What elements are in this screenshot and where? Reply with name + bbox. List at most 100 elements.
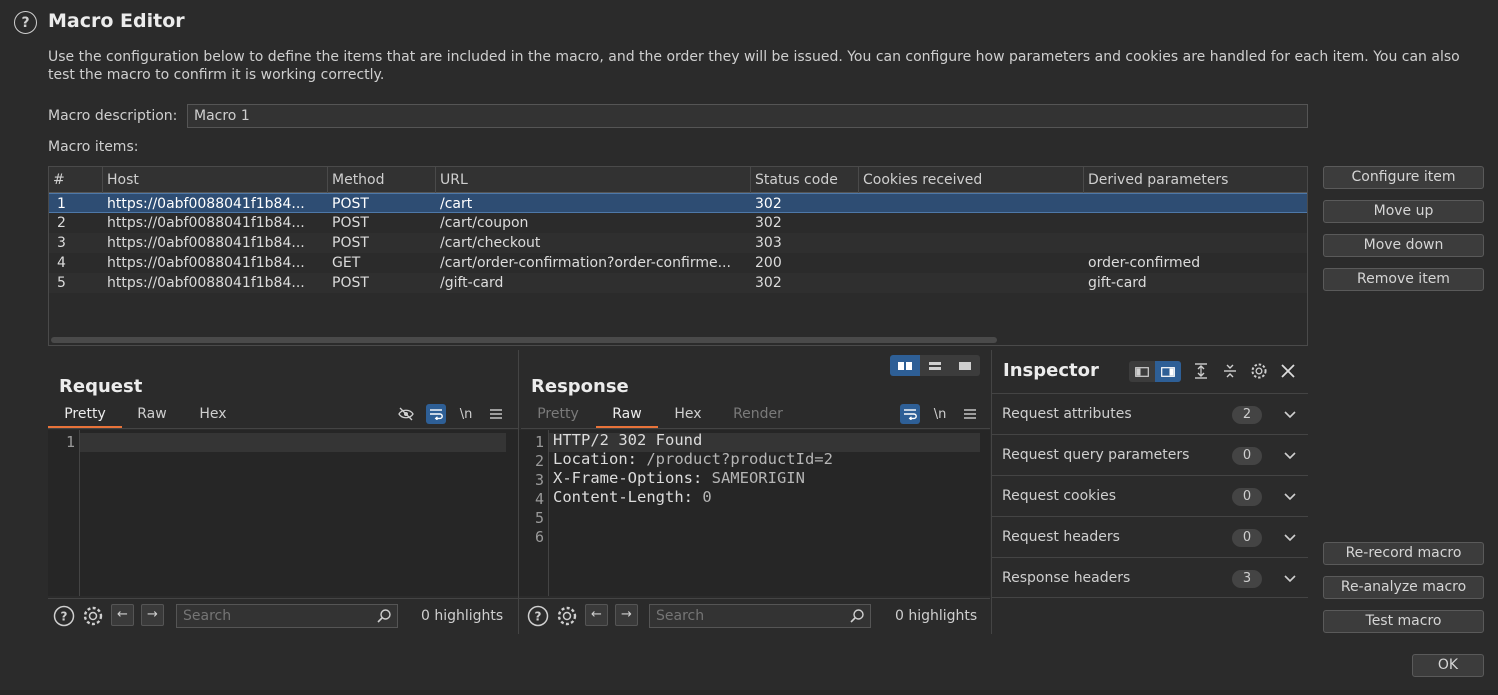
column-header-method[interactable]: Method bbox=[328, 167, 436, 193]
section-label: Response headers bbox=[1002, 570, 1131, 586]
inspector-right-dock-icon[interactable] bbox=[1155, 361, 1181, 382]
next-match-button[interactable]: → bbox=[141, 604, 164, 626]
column-header-num[interactable]: # bbox=[49, 167, 103, 193]
cell-num: 3 bbox=[57, 235, 66, 251]
response-editor[interactable]: 1 2 3 4 5 6 HTTP/2 302 Found Location: /… bbox=[519, 430, 990, 596]
collapse-all-icon[interactable] bbox=[1220, 361, 1240, 381]
cell-status: 200 bbox=[755, 255, 782, 271]
cell-derived bbox=[1084, 194, 1308, 214]
table-horizontal-scrollbar[interactable] bbox=[51, 337, 997, 343]
table-row[interactable]: 2 https://0abf0088041f1b84... POST /cart… bbox=[49, 213, 1307, 233]
configure-item-button[interactable]: Configure item bbox=[1323, 166, 1484, 189]
show-newlines-toggle[interactable]: \n bbox=[930, 404, 950, 424]
reanalyze-macro-button[interactable]: Re-analyze macro bbox=[1323, 576, 1484, 599]
inspector-left-dock-icon[interactable] bbox=[1129, 361, 1155, 382]
word-wrap-icon[interactable] bbox=[426, 404, 446, 424]
help-icon[interactable]: ? bbox=[14, 11, 37, 34]
menu-icon[interactable] bbox=[960, 404, 980, 424]
menu-icon[interactable] bbox=[486, 404, 506, 424]
inspector-title: Inspector bbox=[1003, 360, 1099, 381]
help-icon[interactable]: ? bbox=[53, 605, 75, 627]
section-count-badge: 0 bbox=[1232, 447, 1262, 465]
request-footer: ? ← → 0 highlights bbox=[48, 598, 518, 632]
column-header-cookies[interactable]: Cookies received bbox=[859, 167, 1084, 193]
request-editor[interactable]: 1 bbox=[48, 430, 518, 596]
table-row[interactable]: 4 https://0abf0088041f1b84... GET /cart/… bbox=[49, 253, 1307, 273]
request-title: Request bbox=[59, 376, 143, 397]
section-count-badge: 0 bbox=[1232, 488, 1262, 506]
line-number: 1 bbox=[534, 433, 544, 451]
ok-button[interactable]: OK bbox=[1412, 654, 1484, 677]
window-title: Macro Editor bbox=[48, 10, 185, 32]
inspector-section-request-attributes[interactable]: Request attributes 2 bbox=[992, 393, 1308, 434]
tab-response-pretty[interactable]: Pretty bbox=[523, 402, 593, 428]
move-down-button[interactable]: Move down bbox=[1323, 234, 1484, 257]
header-value: 0 bbox=[692, 488, 712, 506]
stacked-layout-icon[interactable] bbox=[920, 355, 950, 376]
cell-url: /cart bbox=[440, 196, 473, 212]
table-row[interactable]: 1 https://0abf0088041f1b84... POST /cart… bbox=[49, 193, 1307, 213]
header-name: Location: bbox=[553, 450, 637, 468]
word-wrap-icon[interactable] bbox=[900, 404, 920, 424]
macro-items-table: # Host Method URL Status code Cookies re… bbox=[48, 166, 1308, 346]
cell-host: https://0abf0088041f1b84... bbox=[107, 235, 305, 251]
move-up-button[interactable]: Move up bbox=[1323, 200, 1484, 223]
expand-all-icon[interactable] bbox=[1191, 361, 1211, 381]
cell-status: 302 bbox=[755, 215, 782, 231]
header-value: /product?productId=2 bbox=[637, 450, 833, 468]
chevron-down-icon bbox=[1284, 452, 1296, 460]
cell-host: https://0abf0088041f1b84... bbox=[107, 196, 305, 212]
tab-response-raw[interactable]: Raw bbox=[596, 402, 658, 428]
show-newlines-toggle[interactable]: \n bbox=[456, 404, 476, 424]
single-pane-layout-icon[interactable] bbox=[950, 355, 980, 376]
response-highlights-count: 0 highlights bbox=[895, 608, 978, 624]
cell-cookies bbox=[859, 194, 1084, 214]
close-icon[interactable] bbox=[1278, 361, 1298, 381]
hide-nonprintable-icon[interactable] bbox=[396, 404, 416, 424]
settings-gear-icon[interactable] bbox=[1249, 361, 1269, 381]
inspector-panel: Inspector Request attributes 2 Request q… bbox=[991, 350, 1308, 634]
inspector-section-request-cookies[interactable]: Request cookies 0 bbox=[992, 475, 1308, 516]
line-number: 3 bbox=[534, 471, 544, 489]
column-header-url[interactable]: URL bbox=[436, 167, 751, 193]
rerecord-macro-button[interactable]: Re-record macro bbox=[1323, 542, 1484, 565]
table-row[interactable]: 3 https://0abf0088041f1b84... POST /cart… bbox=[49, 233, 1307, 253]
tab-request-raw[interactable]: Raw bbox=[124, 402, 180, 428]
line-number: 4 bbox=[534, 490, 544, 508]
cell-host: https://0abf0088041f1b84... bbox=[107, 215, 305, 231]
inspector-section-request-headers[interactable]: Request headers 0 bbox=[992, 516, 1308, 557]
column-header-status[interactable]: Status code bbox=[751, 167, 859, 193]
settings-gear-icon[interactable] bbox=[556, 605, 578, 627]
response-line: HTTP/2 302 Found bbox=[553, 431, 702, 449]
column-header-derived[interactable]: Derived parameters bbox=[1084, 167, 1308, 193]
cell-status: 303 bbox=[755, 235, 782, 251]
test-macro-button[interactable]: Test macro bbox=[1323, 610, 1484, 633]
remove-item-button[interactable]: Remove item bbox=[1323, 268, 1484, 291]
cell-url: /gift-card bbox=[440, 275, 504, 291]
section-label: Request cookies bbox=[1002, 488, 1117, 504]
next-match-button[interactable]: → bbox=[615, 604, 638, 626]
tab-request-hex[interactable]: Hex bbox=[184, 402, 242, 428]
chevron-down-icon bbox=[1284, 575, 1296, 583]
previous-match-button[interactable]: ← bbox=[111, 604, 134, 626]
macro-description-input[interactable] bbox=[187, 104, 1308, 128]
help-icon[interactable]: ? bbox=[527, 605, 549, 627]
column-header-host[interactable]: Host bbox=[103, 167, 328, 193]
line-number: 1 bbox=[65, 433, 75, 451]
inspector-section-response-headers[interactable]: Response headers 3 bbox=[992, 557, 1308, 598]
request-search-input[interactable] bbox=[176, 604, 398, 628]
side-by-side-layout-icon[interactable] bbox=[890, 355, 920, 376]
settings-gear-icon[interactable] bbox=[82, 605, 104, 627]
inspector-section-request-query-parameters[interactable]: Request query parameters 0 bbox=[992, 434, 1308, 475]
cell-method: GET bbox=[332, 255, 361, 271]
svg-text:?: ? bbox=[61, 610, 68, 624]
tab-response-hex[interactable]: Hex bbox=[659, 402, 717, 428]
chevron-down-icon bbox=[1284, 534, 1296, 542]
response-footer: ? ← → 0 highlights bbox=[519, 598, 990, 632]
tab-response-render[interactable]: Render bbox=[721, 402, 795, 428]
response-search-input[interactable] bbox=[649, 604, 871, 628]
tab-request-pretty[interactable]: Pretty bbox=[48, 402, 122, 428]
cell-host: https://0abf0088041f1b84... bbox=[107, 255, 305, 271]
previous-match-button[interactable]: ← bbox=[585, 604, 608, 626]
table-row[interactable]: 5 https://0abf0088041f1b84... POST /gift… bbox=[49, 273, 1307, 293]
